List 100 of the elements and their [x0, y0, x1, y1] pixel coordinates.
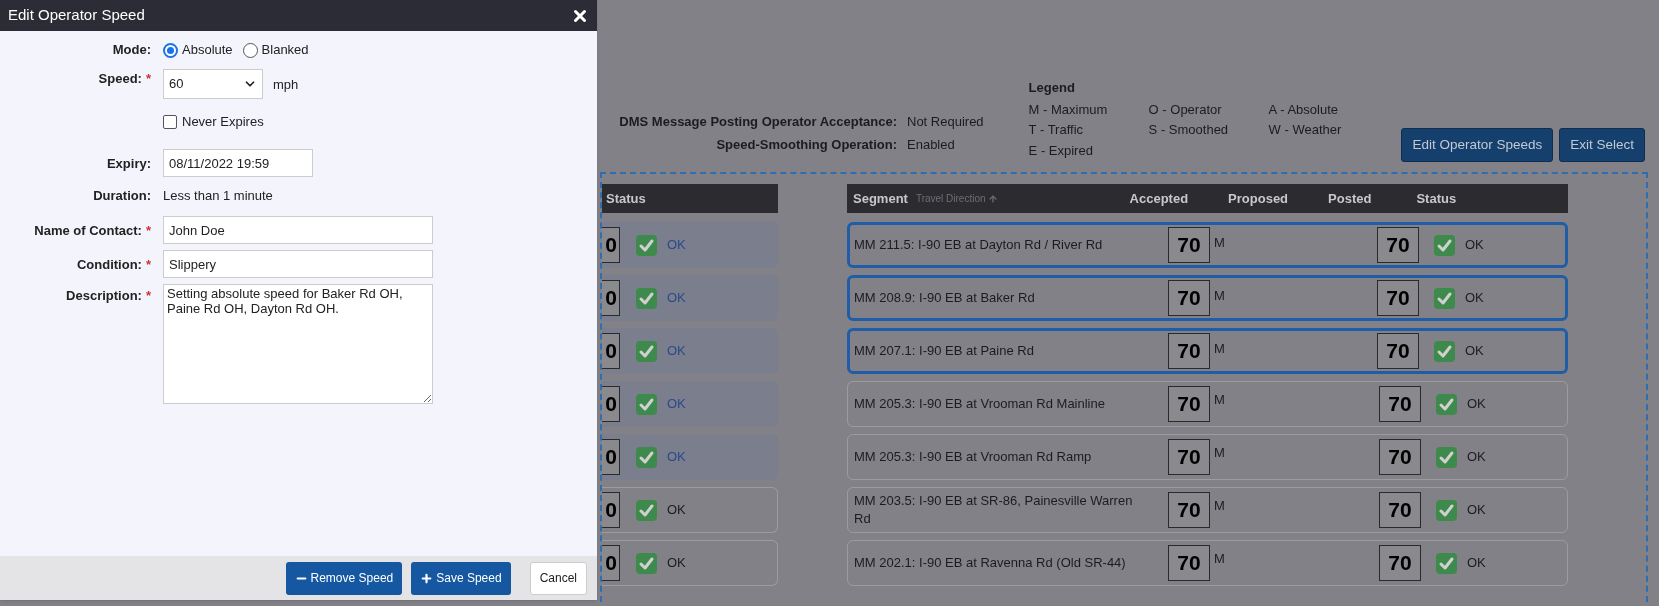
setting-value: Not Required: [907, 113, 984, 131]
segment-name: MM 202.1: I-90 EB at Ravenna Rd (Old SR-44): [854, 554, 1127, 572]
input-field[interactable]: John Doe: [163, 216, 433, 244]
check-icon: [1436, 552, 1457, 574]
radio-label: Absolute: [182, 41, 233, 60]
duration-value: Less than 1 minute: [163, 187, 273, 206]
remove-speed-button[interactable]: Remove Speed: [285, 561, 403, 595]
required-mark: *: [145, 287, 151, 305]
legend-item: A - Absolute: [1268, 100, 1339, 119]
speed-code: M: [1214, 287, 1225, 305]
speed-select[interactable]: 60: [163, 69, 263, 99]
status-text: OK: [667, 554, 686, 573]
radio-button[interactable]: [242, 42, 258, 58]
check-icon: [1436, 446, 1457, 468]
status-text: OK: [1467, 501, 1487, 520]
column-header: Segment: [853, 189, 908, 208]
description-field[interactable]: Setting absolute speed for Baker Rd OH, Paine Rd OH, Dayton Rd OH.: [163, 284, 433, 404]
column-header: Status: [1416, 189, 1457, 208]
speed-value: 70: [1168, 386, 1210, 422]
table-row[interactable]: MM 211.5: I-90 EB at Dayton Rd / River Rd 70 M 70 OK: [847, 222, 1568, 268]
table-row[interactable]: 0 OK: [602, 540, 778, 586]
speed-value: 70: [1377, 227, 1419, 263]
setting-value: Enabled: [907, 135, 956, 154]
status-text: OK: [667, 501, 686, 520]
table-row[interactable]: MM 203.5: I-90 EB at SR-86, Painesville Warren Rd 70 M 70 OK: [847, 487, 1568, 533]
exit-select-button[interactable]: Exit Select: [1559, 128, 1645, 162]
segment-name: MM 203.5: I-90 EB at SR-86, Painesville Warren Rd: [854, 492, 1134, 528]
status-text: OK: [1467, 395, 1487, 414]
status-text: OK: [667, 289, 686, 308]
status-text: OK: [1465, 289, 1485, 308]
field-label: Name of Contact:: [34, 222, 142, 240]
status-text: OK: [667, 342, 686, 361]
speed-value: 0: [602, 492, 620, 528]
speed-code: M: [1214, 391, 1225, 409]
speed-value: 70: [1379, 439, 1421, 475]
legend-item: M - Maximum: [1028, 100, 1109, 119]
table-row[interactable]: MM 202.1: I-90 EB at Ravenna Rd (Old SR-44) 70 M 70 OK: [847, 540, 1568, 586]
check-icon: [636, 393, 657, 415]
table-row[interactable]: 0 OK: [602, 487, 778, 533]
table-row[interactable]: MM 208.9: I-90 EB at Baker Rd 70 M 70 OK: [847, 275, 1568, 321]
speed-value: 70: [1377, 333, 1419, 369]
check-icon: [1434, 287, 1455, 309]
table-row[interactable]: MM 205.3: I-90 EB at Vrooman Rd Mainline 70 M 70 OK: [847, 381, 1568, 427]
check-icon: [636, 446, 657, 468]
speed-value: 70: [1377, 280, 1419, 316]
legend-item: E - Expired: [1028, 141, 1094, 160]
speed-value: 70: [1168, 545, 1210, 581]
speed-code: M: [1214, 444, 1225, 462]
unit-label: mph: [273, 76, 299, 94]
save-speed-button[interactable]: Save Speed: [411, 561, 511, 595]
speed-value: 70: [1379, 492, 1421, 528]
column-header: Posted: [1328, 189, 1372, 208]
status-text: OK: [667, 236, 686, 255]
check-icon: [1434, 340, 1455, 362]
dialog-title: Edit Operator Speed: [8, 5, 145, 26]
speed-value: 0: [602, 280, 620, 316]
checkbox[interactable]: [163, 115, 177, 129]
table-row[interactable]: 0 OK: [602, 381, 778, 427]
status-text: OK: [1465, 342, 1485, 361]
legend-item: T - Traffic: [1028, 121, 1085, 139]
input-field[interactable]: Slippery: [163, 250, 433, 278]
table-row[interactable]: MM 207.1: I-90 EB at Paine Rd 70 M 70 OK: [847, 328, 1568, 374]
table-row[interactable]: 0 OK: [602, 275, 778, 321]
segment-name: MM 205.3: I-90 EB at Vrooman Rd Ramp: [854, 448, 1093, 466]
table-row[interactable]: MM 205.3: I-90 EB at Vrooman Rd Ramp 70 M 70 OK: [847, 434, 1568, 480]
field-label: Condition:: [76, 256, 142, 274]
table-row[interactable]: 0 OK: [602, 328, 778, 374]
speed-value: 70: [1379, 545, 1421, 581]
cancel-button[interactable]: Cancel: [529, 561, 587, 595]
input-field[interactable]: 08/11/2022 19:59: [163, 149, 313, 177]
legend-item: S - Smoothed: [1148, 121, 1230, 139]
segment-name: MM 208.9: I-90 EB at Baker Rd: [854, 289, 1036, 307]
speed-value: 0: [602, 227, 620, 263]
status-text: OK: [667, 395, 686, 414]
status-text: OK: [1465, 236, 1485, 255]
arrow-up-icon: [987, 193, 998, 204]
check-icon: [1436, 393, 1457, 415]
check-icon: [636, 340, 657, 362]
edit-operator-speeds-button[interactable]: Edit Operator Speeds: [1401, 128, 1554, 162]
check-icon: [636, 234, 657, 256]
field-label: Mode:: [112, 41, 151, 60]
table-row[interactable]: 0 OK: [602, 222, 778, 268]
speed-value: 70: [1168, 439, 1210, 475]
radio-button[interactable]: [163, 42, 178, 58]
speed-code: M: [1214, 234, 1225, 252]
field-label: Duration:: [93, 187, 151, 206]
field-label: Speed:: [98, 70, 142, 88]
speed-value: 70: [1168, 492, 1210, 528]
setting-label: DMS Message Posting Operator Acceptance:: [618, 113, 897, 131]
field-label: Expiry:: [106, 155, 151, 173]
speed-code: M: [1214, 340, 1225, 358]
speed-value: 0: [602, 333, 620, 369]
column-header: Proposed: [1228, 189, 1289, 208]
speed-value: 0: [602, 545, 620, 581]
check-icon: [636, 552, 657, 574]
table-row[interactable]: 0 OK: [602, 434, 778, 480]
segment-name: MM 207.1: I-90 EB at Paine Rd: [854, 342, 1035, 360]
setting-label: Speed-Smoothing Operation:: [715, 135, 897, 154]
speed-value: 0: [602, 386, 620, 422]
column-header: Status: [605, 189, 646, 208]
